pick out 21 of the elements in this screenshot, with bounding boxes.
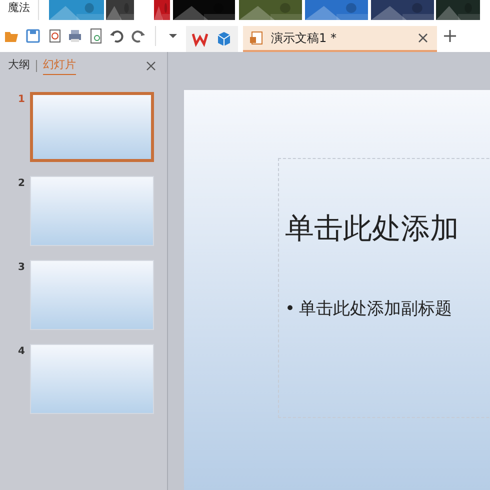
document-tab[interactable]: 演示文稿1 * (243, 26, 437, 52)
w-logo-icon[interactable] (192, 31, 208, 47)
document-icon[interactable] (249, 30, 265, 46)
cube-icon[interactable] (216, 31, 232, 47)
document-title: 演示文稿1 * (271, 30, 338, 47)
slide-number: 2 (17, 177, 26, 191)
slide-number: 1 (17, 93, 26, 107)
print-icon[interactable] (67, 28, 83, 44)
add-tab-icon[interactable] (442, 28, 458, 44)
slide-number: 4 (17, 345, 26, 359)
slide-subtitle-placeholder[interactable]: 单击此处添加副标题 (299, 296, 452, 322)
slide-title-placeholder[interactable]: 单击此处添加 (285, 207, 490, 250)
panel-tab[interactable]: 大纲 (8, 56, 30, 76)
slide-thumbnail[interactable] (30, 92, 154, 162)
bullet: • (285, 298, 296, 320)
print-preview-icon[interactable] (88, 28, 104, 44)
slide-number: 3 (17, 261, 26, 275)
redo-icon[interactable] (130, 28, 146, 44)
save-icon[interactable] (25, 28, 41, 44)
undo-icon[interactable] (109, 28, 125, 44)
slide-canvas[interactable]: 单击此处添加 • 单击此处添加副标题 (184, 90, 490, 490)
